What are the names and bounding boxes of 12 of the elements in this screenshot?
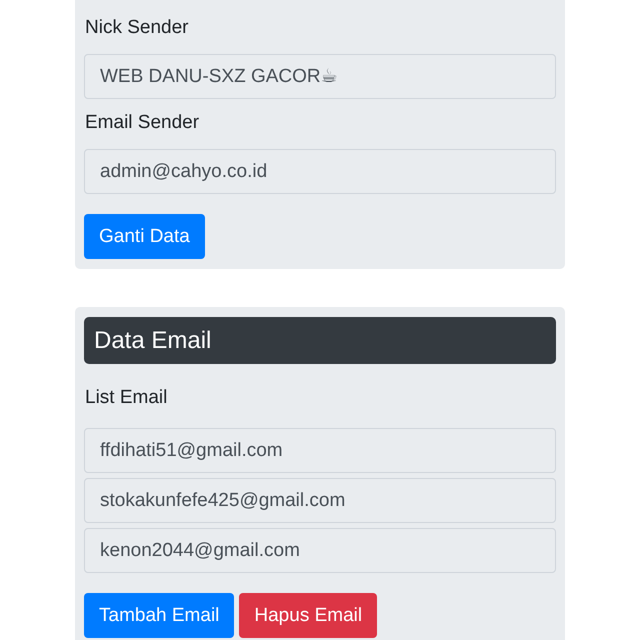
email-field[interactable]: ffdihati51@gmail.com (84, 428, 556, 473)
input-field[interactable]: WEB DANU-SXZ GACOR☕ (84, 54, 556, 99)
card-header: Data Email (84, 317, 556, 364)
submit-button[interactable]: Ganti Data (84, 214, 205, 259)
input-field[interactable]: admin@cahyo.co.id (84, 149, 556, 194)
email-field[interactable]: stokakunfefe425@gmail.com (84, 478, 556, 523)
email-field[interactable]: kenon2044@gmail.com (84, 528, 556, 573)
field-label: Email Sender (85, 111, 200, 135)
field-label: List Email (85, 386, 168, 410)
delete-button[interactable]: Hapus Email (239, 593, 378, 638)
field-label: Nick Sender (85, 16, 190, 40)
submit-button[interactable]: Tambah Email (84, 593, 234, 638)
